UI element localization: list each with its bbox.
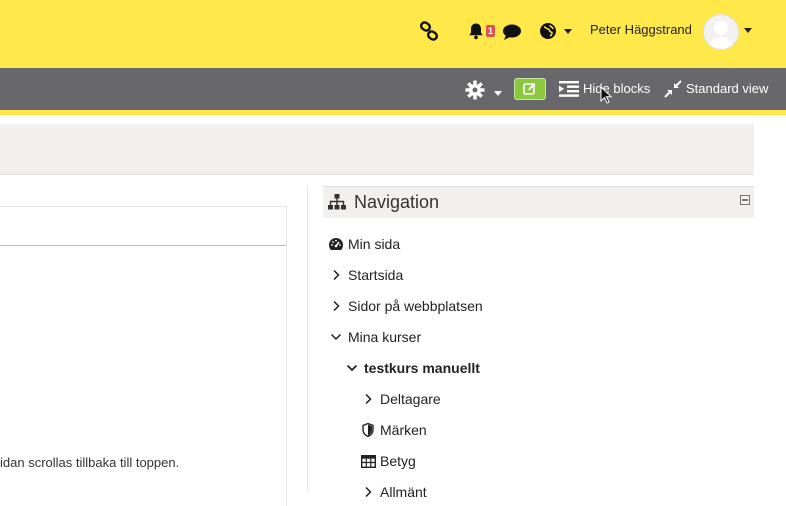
chevron-right-icon — [328, 267, 344, 283]
edit-mode-button[interactable] — [514, 78, 546, 100]
globe-icon[interactable] — [538, 21, 558, 41]
block-region-divider — [307, 186, 308, 492]
message-icon[interactable] — [501, 22, 523, 42]
nav-item-mina-kurser[interactable]: Mina kurser — [328, 329, 421, 345]
nav-item-label: Sidor på webbplatsen — [348, 298, 483, 314]
link-icon[interactable] — [418, 20, 440, 42]
notification-count-badge: 1 — [486, 25, 495, 37]
user-name[interactable]: Peter Häggstrand — [590, 22, 692, 37]
page-header — [0, 124, 754, 175]
nav-item-marken[interactable]: Märken — [360, 422, 427, 438]
nav-item-label: Deltagare — [380, 391, 441, 407]
top-bar: 1 Peter Häggstrand — [0, 0, 786, 68]
nav-item-label: Min sida — [348, 236, 401, 252]
chevron-down-icon — [328, 329, 344, 345]
collapse-block-icon[interactable] — [740, 195, 750, 205]
sitemap-icon — [328, 194, 346, 210]
nav-item-sidor-pa-webbplatsen[interactable]: Sidor på webbplatsen — [328, 298, 483, 314]
user-menu-caret-icon[interactable] — [744, 28, 752, 33]
language-caret-icon[interactable] — [564, 29, 572, 34]
navigation-block-title: Navigation — [354, 192, 440, 212]
dashboard-icon — [328, 236, 344, 252]
nav-item-label: testkurs manuellt — [364, 360, 480, 376]
table-icon — [360, 453, 376, 469]
shield-icon — [360, 422, 376, 438]
standard-view-button[interactable]: Standard view — [686, 81, 768, 96]
compress-icon[interactable] — [664, 80, 682, 98]
nav-item-label: Startsida — [348, 267, 404, 283]
nav-item-label: Mina kurser — [348, 329, 422, 345]
nav-item-deltagare[interactable]: Deltagare — [360, 391, 441, 407]
edit-icon — [523, 83, 536, 95]
chevron-right-icon — [328, 298, 344, 314]
gear-icon[interactable] — [464, 79, 486, 101]
nav-item-label: Allmänt — [380, 484, 427, 500]
hide-blocks-button[interactable]: Hide blocks — [583, 81, 650, 96]
navbar-stripe — [0, 110, 786, 115]
chevron-down-icon — [344, 360, 360, 376]
nav-item-allmant[interactable]: Allmänt — [360, 484, 427, 500]
main-content-text: idan scrollas tillbaka till toppen. — [0, 455, 180, 470]
nav-item-testkurs-manuellt[interactable]: testkurs manuellt — [344, 360, 480, 376]
chevron-right-icon — [360, 484, 376, 500]
mouse-cursor-icon — [600, 85, 613, 104]
avatar[interactable] — [703, 14, 739, 50]
nav-item-betyg[interactable]: Betyg — [360, 453, 416, 469]
nav-item-min-sida[interactable]: Min sida — [328, 236, 400, 252]
content-divider — [0, 245, 286, 246]
nav-item-startsida[interactable]: Startsida — [328, 267, 403, 283]
hide-blocks-icon[interactable] — [559, 81, 579, 97]
gear-caret-icon[interactable] — [494, 91, 502, 96]
bell-icon[interactable] — [466, 21, 486, 41]
nav-item-label: Betyg — [380, 453, 416, 469]
chevron-right-icon — [360, 391, 376, 407]
nav-item-label: Märken — [380, 422, 427, 438]
